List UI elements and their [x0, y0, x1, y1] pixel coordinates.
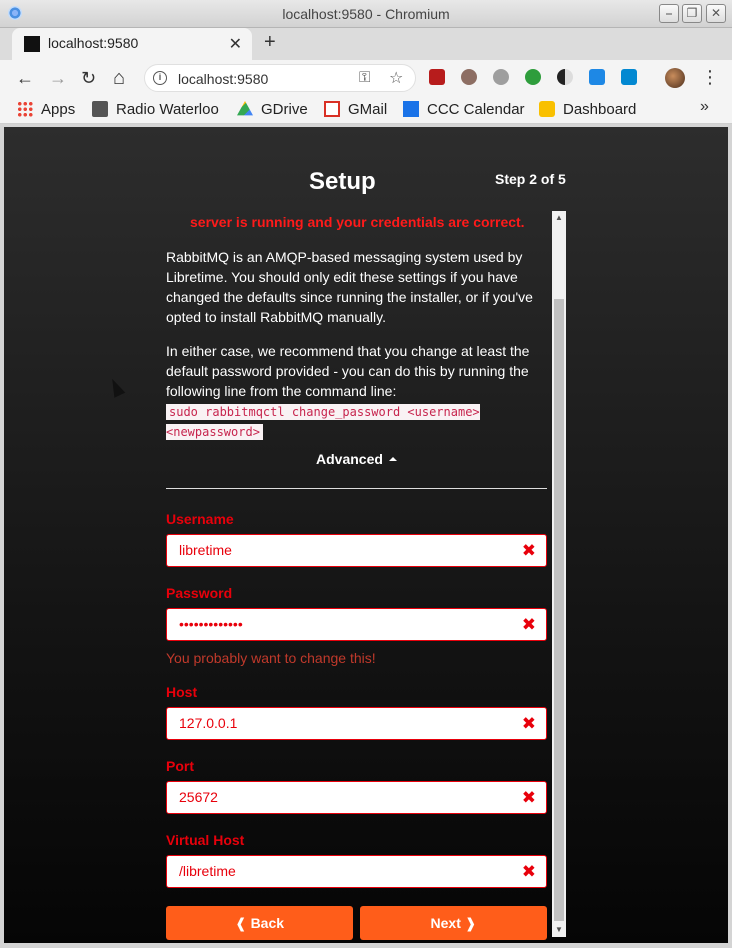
port-value[interactable]: 25672: [179, 789, 218, 805]
bookmarks-overflow-icon[interactable]: »: [700, 98, 709, 116]
step-indicator: Step 2 of 5: [495, 171, 566, 187]
address-bar[interactable]: i localhost:9580 ⚿ ☆: [144, 64, 416, 92]
new-tab-button[interactable]: +: [264, 31, 276, 54]
clear-icon[interactable]: ✖: [522, 862, 536, 882]
vhost-label: Virtual Host: [166, 832, 245, 848]
skype-icon[interactable]: [621, 69, 637, 85]
password-hint: You probably want to change this!: [166, 650, 376, 666]
url-text[interactable]: localhost:9580: [178, 71, 268, 87]
status-message: server is running and your credentials a…: [190, 214, 525, 230]
forward-icon[interactable]: →: [49, 68, 67, 88]
vhost-value[interactable]: /libretime: [179, 863, 236, 879]
advanced-label: Advanced: [316, 451, 383, 467]
bookmark-label: Dashboard: [563, 101, 637, 118]
setup-panel: server is running and your credentials a…: [166, 211, 547, 943]
back-button[interactable]: ❰ Back: [166, 906, 353, 940]
page-title: Setup: [309, 168, 376, 195]
ublock-icon[interactable]: [429, 69, 445, 85]
folder-icon: [92, 101, 108, 117]
page-viewport: Setup Step 2 of 5 server is running and …: [4, 127, 728, 943]
recommend-text: In either case, we recommend that you ch…: [166, 341, 544, 441]
host-label: Host: [166, 684, 198, 700]
browser-toolbar: ← → ↻ ⌂ i localhost:9580 ⚿ ☆ ⋮: [0, 60, 732, 96]
clear-icon[interactable]: ✖: [522, 541, 536, 561]
bookmark-radio-waterloo[interactable]: Radio Waterloo: [92, 100, 219, 120]
username-label: Username: [166, 511, 234, 527]
host-value[interactable]: 127.0.0.1: [179, 715, 237, 731]
command-code: sudo rabbitmqctl change_password <userna…: [166, 404, 480, 440]
dashboard-icon: [539, 101, 555, 117]
bookmark-label: GMail: [348, 101, 388, 118]
divider: [166, 488, 547, 489]
window-title: localhost:9580 - Chromium: [282, 6, 450, 22]
dark-mode-icon[interactable]: [557, 69, 573, 85]
key-icon[interactable]: ⚿: [359, 69, 370, 86]
download-icon[interactable]: [589, 69, 605, 85]
back-icon[interactable]: ←: [16, 68, 34, 88]
calendar-icon: [403, 101, 419, 117]
password-field[interactable]: ••••••••••••• ✖: [166, 608, 547, 641]
bookmark-star-icon[interactable]: ☆: [389, 68, 403, 88]
green-extension-icon[interactable]: [525, 69, 541, 85]
password-label: Password: [166, 585, 233, 601]
tab-strip: localhost:9580 ✕ +: [0, 28, 732, 60]
scroll-up-icon[interactable]: ▲: [552, 211, 566, 225]
advanced-toggle[interactable]: Advanced: [316, 451, 397, 467]
clear-icon[interactable]: ✖: [522, 714, 536, 734]
tab-close-icon[interactable]: ✕: [229, 34, 242, 54]
bookmark-apps[interactable]: Apps: [17, 100, 75, 120]
close-window-button[interactable]: ✕: [706, 4, 726, 23]
clear-icon[interactable]: ✖: [522, 615, 536, 635]
gmail-icon: [324, 101, 340, 117]
bookmark-label: CCC Calendar: [427, 101, 525, 118]
username-value[interactable]: libretime: [179, 542, 232, 558]
window-titlebar: localhost:9580 - Chromium ⎯ ❐ ✕: [0, 0, 732, 28]
password-value[interactable]: •••••••••••••: [179, 616, 243, 632]
drive-icon: [237, 101, 253, 116]
bookmark-dashboard[interactable]: Dashboard: [539, 100, 636, 120]
bookmark-label: Apps: [41, 101, 76, 118]
profile-avatar[interactable]: [665, 68, 685, 88]
caret-up-icon: [388, 457, 397, 461]
scroll-down-icon[interactable]: ▼: [552, 923, 566, 937]
port-field[interactable]: 25672 ✖: [166, 781, 547, 814]
minimize-button[interactable]: ⎯: [659, 4, 679, 23]
favicon-icon: [24, 36, 40, 52]
history-icon[interactable]: [493, 69, 509, 85]
menu-icon[interactable]: ⋮: [701, 66, 719, 88]
mouse-cursor-icon: [106, 376, 126, 398]
apps-grid-icon: [17, 101, 33, 117]
tab-title: localhost:9580: [48, 35, 139, 51]
intro-text: RabbitMQ is an AMQP-based messaging syst…: [166, 249, 533, 325]
maximize-button[interactable]: ❐: [682, 4, 702, 23]
recommend-sentence: In either case, we recommend that you ch…: [166, 343, 530, 399]
bookmark-ccc-calendar[interactable]: CCC Calendar: [403, 100, 525, 120]
bookmark-gdrive[interactable]: GDrive: [237, 100, 308, 120]
tab-localhost[interactable]: localhost:9580 ✕: [12, 28, 252, 60]
extension-icon[interactable]: [461, 69, 477, 85]
bookmark-label: Radio Waterloo: [116, 101, 219, 118]
bookmarks-bar: Apps Radio Waterloo GDrive GMail CCC Cal…: [0, 96, 732, 124]
reload-icon[interactable]: ↻: [81, 68, 96, 88]
scroll-thumb[interactable]: [554, 299, 564, 921]
scrollbar[interactable]: ▲ ▼: [552, 211, 566, 937]
home-icon[interactable]: ⌂: [113, 68, 125, 88]
host-field[interactable]: 127.0.0.1 ✖: [166, 707, 547, 740]
bookmark-label: GDrive: [261, 101, 308, 118]
clear-icon[interactable]: ✖: [522, 788, 536, 808]
site-info-icon[interactable]: i: [153, 71, 167, 85]
next-button[interactable]: Next ❱: [360, 906, 547, 940]
port-label: Port: [166, 758, 194, 774]
username-field[interactable]: libretime ✖: [166, 534, 547, 567]
vhost-field[interactable]: /libretime ✖: [166, 855, 547, 888]
bookmark-gmail[interactable]: GMail: [324, 100, 387, 120]
